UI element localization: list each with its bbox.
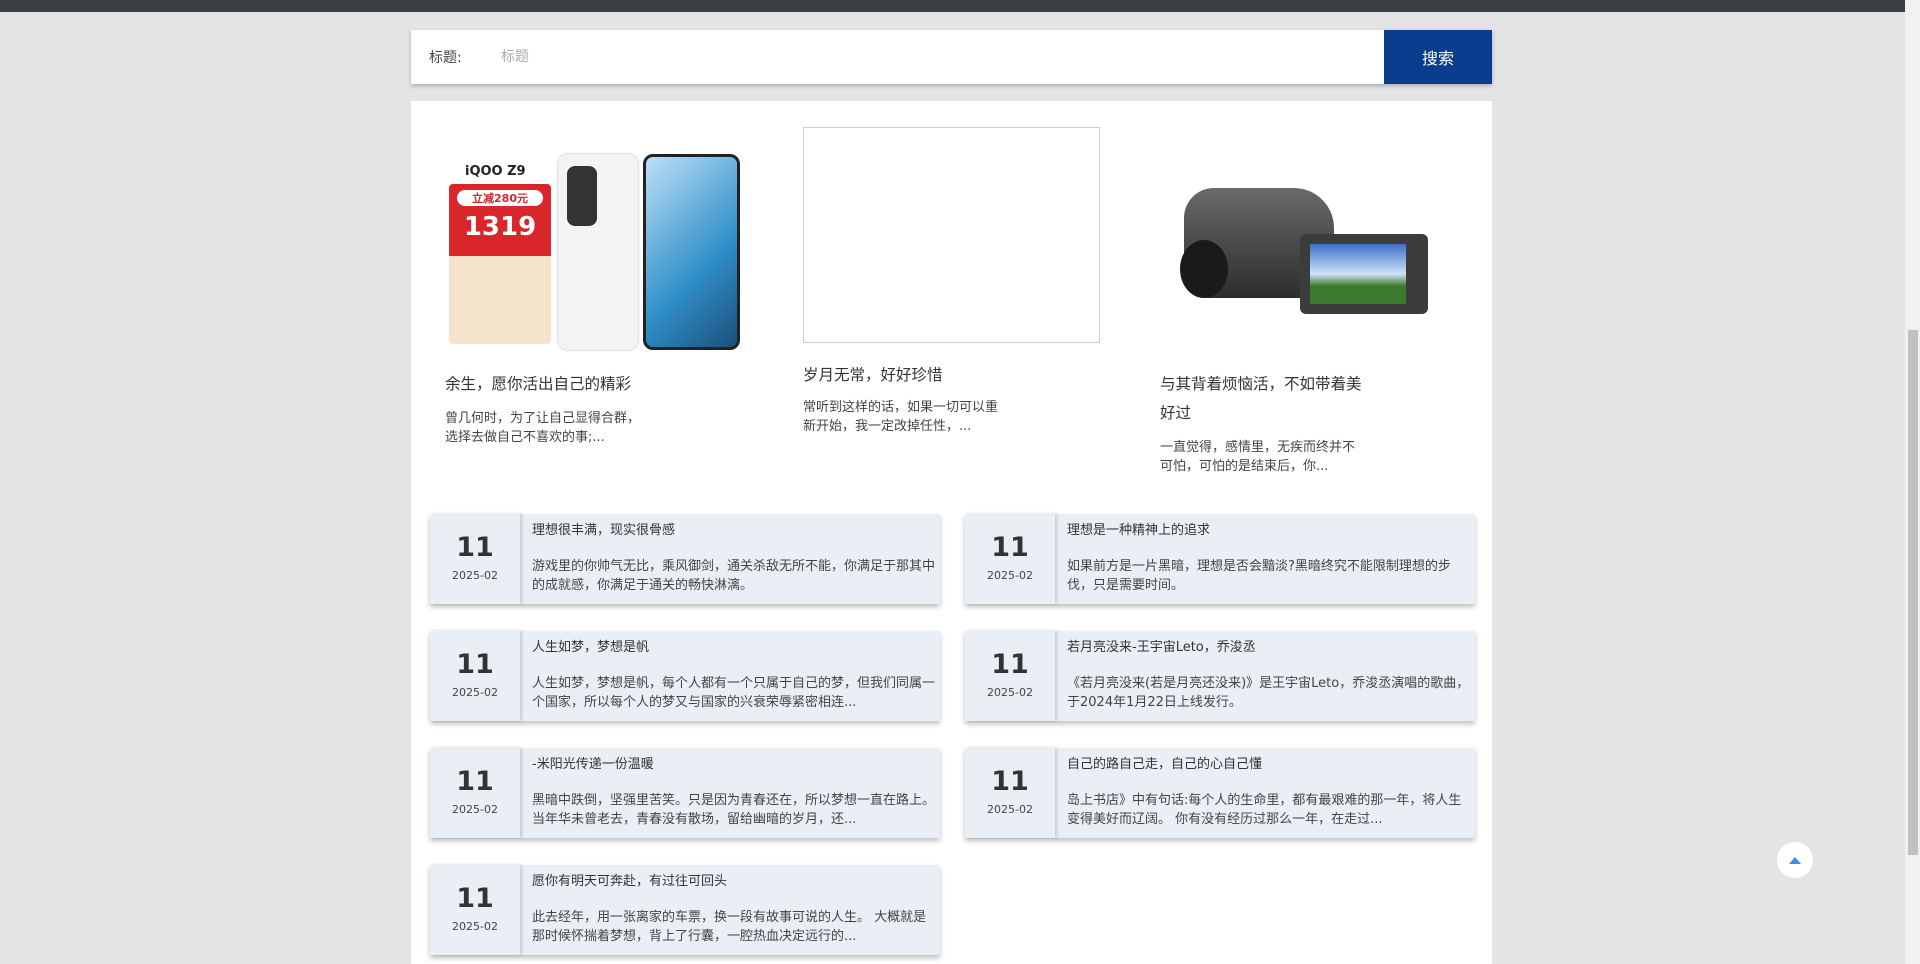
- post-year-month: 2025-02: [430, 686, 520, 699]
- search-bar: 标题: 搜索: [411, 30, 1492, 84]
- search-button[interactable]: 搜索: [1384, 30, 1492, 84]
- post-excerpt: 此去经年，用一张离家的车票，换一段有故事可说的人生。 大概就是那时候怀揣着梦想，…: [532, 908, 938, 946]
- post-title[interactable]: 愿你有明天可奔赴，有过往可回头: [532, 873, 938, 891]
- post-excerpt: 游戏里的你帅气无比，乘风御剑，通关杀敌无所不能，你满足于那其中的成就感，你满足于…: [532, 557, 938, 595]
- featured-item[interactable]: 与其背着烦恼活，不如带着美好过 一直觉得，感情里，无疾而终并不可怕，可怕的是结束…: [1160, 150, 1460, 476]
- post-date: 11 2025-02: [430, 748, 520, 838]
- post-date: 11 2025-02: [965, 748, 1055, 838]
- scrollbar[interactable]: [1905, 0, 1920, 964]
- post-excerpt: 岛上书店》中有句话:每个人的生命里，都有最艰难的那一年，将人生变得美好而辽阔。 …: [1067, 791, 1473, 829]
- post-title[interactable]: 人生如梦，梦想是帆: [532, 639, 938, 657]
- post-date: 11 2025-02: [430, 865, 520, 955]
- post-excerpt: 黑暗中跌倒，坚强里苦笑。只是因为青春还在，所以梦想一直在路上。当年华未曾老去，青…: [532, 791, 938, 829]
- scrollbar-thumb[interactable]: [1908, 330, 1918, 855]
- image-price-text: 1319: [449, 212, 551, 242]
- post-date: 11 2025-02: [965, 631, 1055, 721]
- post-card[interactable]: 11 2025-02 人生如梦，梦想是帆人生如梦，梦想是帆，每个人都有一个只属于自己…: [430, 631, 940, 721]
- title-search-input[interactable]: [501, 30, 1384, 84]
- featured-desc: 常听到这样的话，如果一切可以重新开始，我一定改掉任性，...: [803, 398, 1008, 436]
- post-year-month: 2025-02: [965, 569, 1055, 582]
- post-year-month: 2025-02: [430, 569, 520, 582]
- post-day: 11: [430, 649, 520, 680]
- post-day: 11: [965, 532, 1055, 563]
- image-brand-text: iQOO Z9: [465, 164, 526, 179]
- post-day: 11: [430, 532, 520, 563]
- featured-title[interactable]: 岁月无常，好好珍惜: [803, 361, 1013, 390]
- post-title[interactable]: 理想是一种精神上的追求: [1067, 522, 1473, 540]
- broken-image-icon[interactable]: [803, 127, 1100, 343]
- post-day: 11: [430, 766, 520, 797]
- post-title[interactable]: 理想很丰满，现实很骨感: [532, 522, 938, 540]
- post-year-month: 2025-02: [430, 803, 520, 816]
- image-promo-text: 立减280元: [457, 190, 543, 206]
- camcorder-image[interactable]: [1160, 150, 1455, 350]
- post-date: 11 2025-02: [430, 514, 520, 604]
- featured-desc: 曾几何时，为了让自己显得合群，选择去做自己不喜欢的事;...: [445, 409, 650, 447]
- post-year-month: 2025-02: [965, 803, 1055, 816]
- post-card[interactable]: 11 2025-02 -米阳光传递一份温暖黑暗中跌倒，坚强里苦笑。只是因为青春还在，…: [430, 748, 940, 838]
- post-day: 11: [965, 649, 1055, 680]
- post-year-month: 2025-02: [430, 920, 520, 933]
- back-to-top-button[interactable]: [1777, 842, 1813, 878]
- post-excerpt: 人生如梦，梦想是帆，每个人都有一个只属于自己的梦，但我们同属一个国家，所以每个人…: [532, 674, 938, 712]
- post-date: 11 2025-02: [965, 514, 1055, 604]
- arrow-up-icon: [1789, 857, 1801, 864]
- featured-item[interactable]: iQOO Z9 立减280元 1319 余生，愿你活出自己的精彩 曾几何时，为了…: [445, 150, 745, 447]
- post-card[interactable]: 11 2025-02 自己的路自己走，自己的心自己懂岛上书店》中有句话:每个人的生命…: [965, 748, 1475, 838]
- post-date: 11 2025-02: [430, 631, 520, 721]
- post-day: 11: [430, 883, 520, 914]
- post-title[interactable]: 若月亮没来-王宇宙Leto，乔浚丞: [1067, 639, 1473, 657]
- post-title[interactable]: 自己的路自己走，自己的心自己懂: [1067, 756, 1473, 774]
- post-card[interactable]: 11 2025-02 愿你有明天可奔赴，有过往可回头此去经年，用一张离家的车票，换一…: [430, 865, 940, 955]
- featured-title[interactable]: 与其背着烦恼活，不如带着美好过: [1160, 370, 1370, 428]
- phone-product-image[interactable]: iQOO Z9 立减280元 1319: [445, 150, 740, 350]
- featured-title[interactable]: 余生，愿你活出自己的精彩: [445, 370, 655, 399]
- post-card[interactable]: 11 2025-02 理想很丰满，现实很骨感游戏里的你帅气无比，乘风御剑，通关杀敌无…: [430, 514, 940, 604]
- post-excerpt: 如果前方是一片黑暗，理想是否会黯淡?黑暗终究不能限制理想的步伐，只是需要时间。: [1067, 557, 1473, 595]
- post-card[interactable]: 11 2025-02 理想是一种精神上的追求如果前方是一片黑暗，理想是否会黯淡?黑暗…: [965, 514, 1475, 604]
- post-title[interactable]: -米阳光传递一份温暖: [532, 756, 938, 774]
- post-year-month: 2025-02: [965, 686, 1055, 699]
- post-day: 11: [965, 766, 1055, 797]
- post-card[interactable]: 11 2025-02 若月亮没来-王宇宙Leto，乔浚丞《若月亮没来(若是月亮还没来…: [965, 631, 1475, 721]
- browser-top-bar: [0, 0, 1905, 12]
- featured-desc: 一直觉得，感情里，无疾而终并不可怕，可怕的是结束后，你...: [1160, 438, 1365, 476]
- featured-item[interactable]: 岁月无常，好好珍惜 常听到这样的话，如果一切可以重新开始，我一定改掉任性，...: [803, 127, 1103, 436]
- post-excerpt: 《若月亮没来(若是月亮还没来)》是王宇宙Leto，乔浚丞演唱的歌曲，于2024年…: [1067, 674, 1473, 712]
- title-label: 标题:: [429, 47, 501, 67]
